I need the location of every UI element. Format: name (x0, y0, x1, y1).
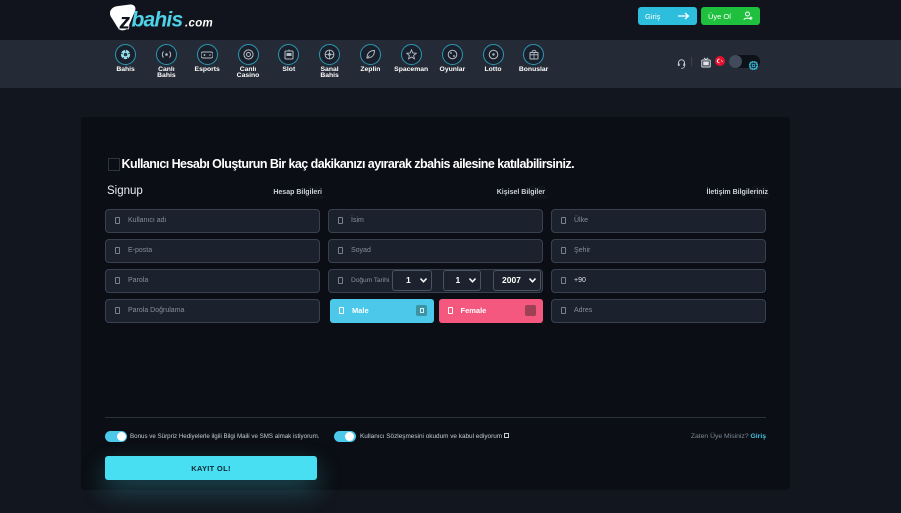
svg-text:bahis: bahis (132, 9, 183, 32)
svg-text:z: z (119, 11, 131, 34)
svg-text:.com: .com (185, 18, 213, 30)
